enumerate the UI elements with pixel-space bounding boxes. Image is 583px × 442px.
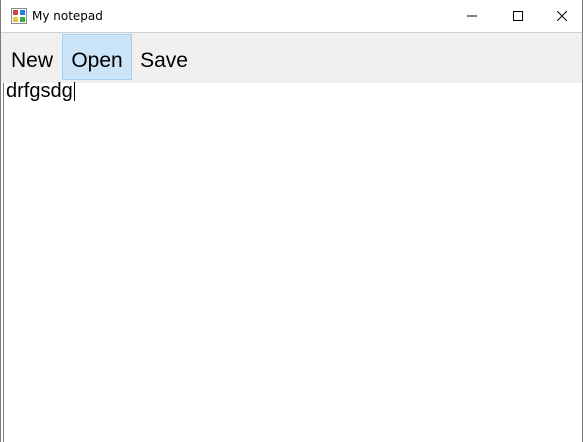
editor-content[interactable]: drfgsdg — [6, 81, 75, 101]
text-caret — [73, 82, 75, 101]
maximize-button[interactable] — [495, 0, 541, 32]
menu-item-save[interactable]: Save — [134, 34, 194, 80]
menu-item-new[interactable]: New — [5, 34, 59, 80]
close-icon — [556, 11, 567, 21]
editor-text-value: drfgsdg — [6, 80, 73, 102]
app-icon[interactable] — [11, 8, 27, 24]
text-editor[interactable]: drfgsdg — [3, 81, 582, 442]
notepad-window: My notepad New Open Save drfgsdg — [0, 0, 583, 442]
window-title: My notepad — [32, 9, 103, 23]
menu-item-open[interactable]: Open — [62, 34, 132, 80]
maximize-icon — [513, 11, 523, 21]
minimize-button[interactable] — [449, 0, 495, 32]
minimize-icon — [467, 11, 477, 21]
menu-strip: New Open Save — [1, 33, 582, 83]
close-button[interactable] — [541, 0, 582, 32]
title-bar[interactable]: My notepad — [1, 0, 582, 33]
